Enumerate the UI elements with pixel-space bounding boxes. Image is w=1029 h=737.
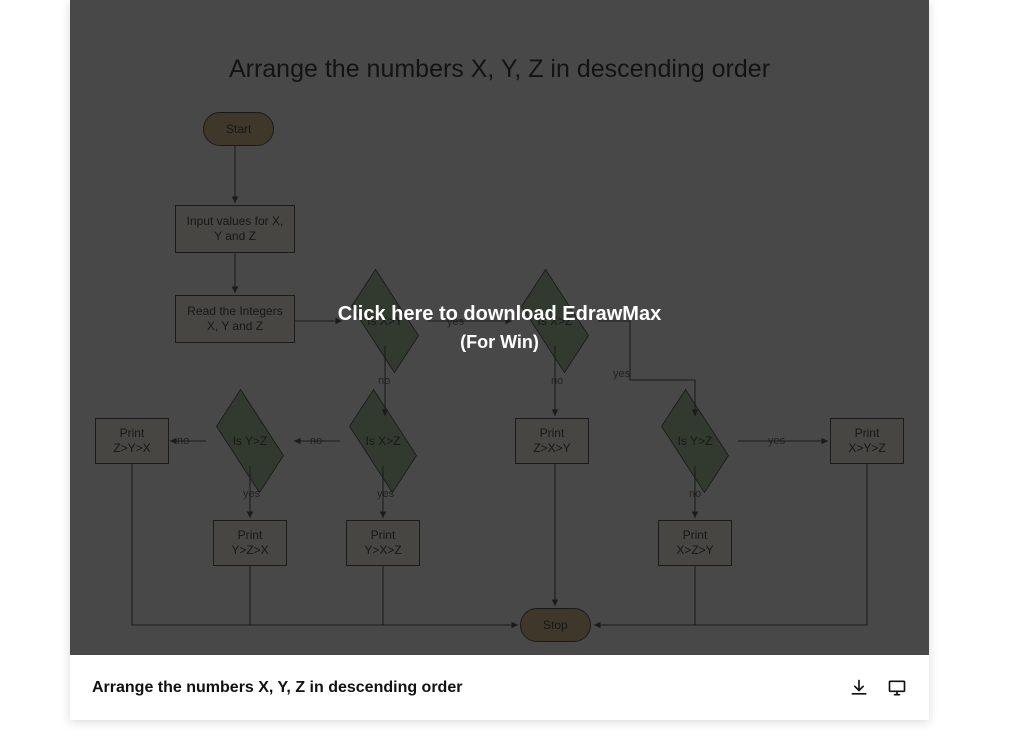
- desktop-preview-icon[interactable]: [887, 678, 907, 698]
- download-icon[interactable]: [849, 678, 869, 698]
- overlay-line-1: Click here to download EdrawMax: [338, 303, 661, 326]
- overlay-line-2: (For Win): [460, 332, 539, 353]
- footer-bar: Arrange the numbers X, Y, Z in descendin…: [70, 655, 929, 720]
- download-overlay[interactable]: Click here to download EdrawMax (For Win…: [70, 0, 929, 655]
- footer-title: Arrange the numbers X, Y, Z in descendin…: [92, 679, 849, 697]
- diagram-area: Arrange the numbers X, Y, Z in descendin…: [70, 0, 929, 655]
- diagram-card: Arrange the numbers X, Y, Z in descendin…: [70, 0, 929, 720]
- footer-icons: [849, 678, 907, 698]
